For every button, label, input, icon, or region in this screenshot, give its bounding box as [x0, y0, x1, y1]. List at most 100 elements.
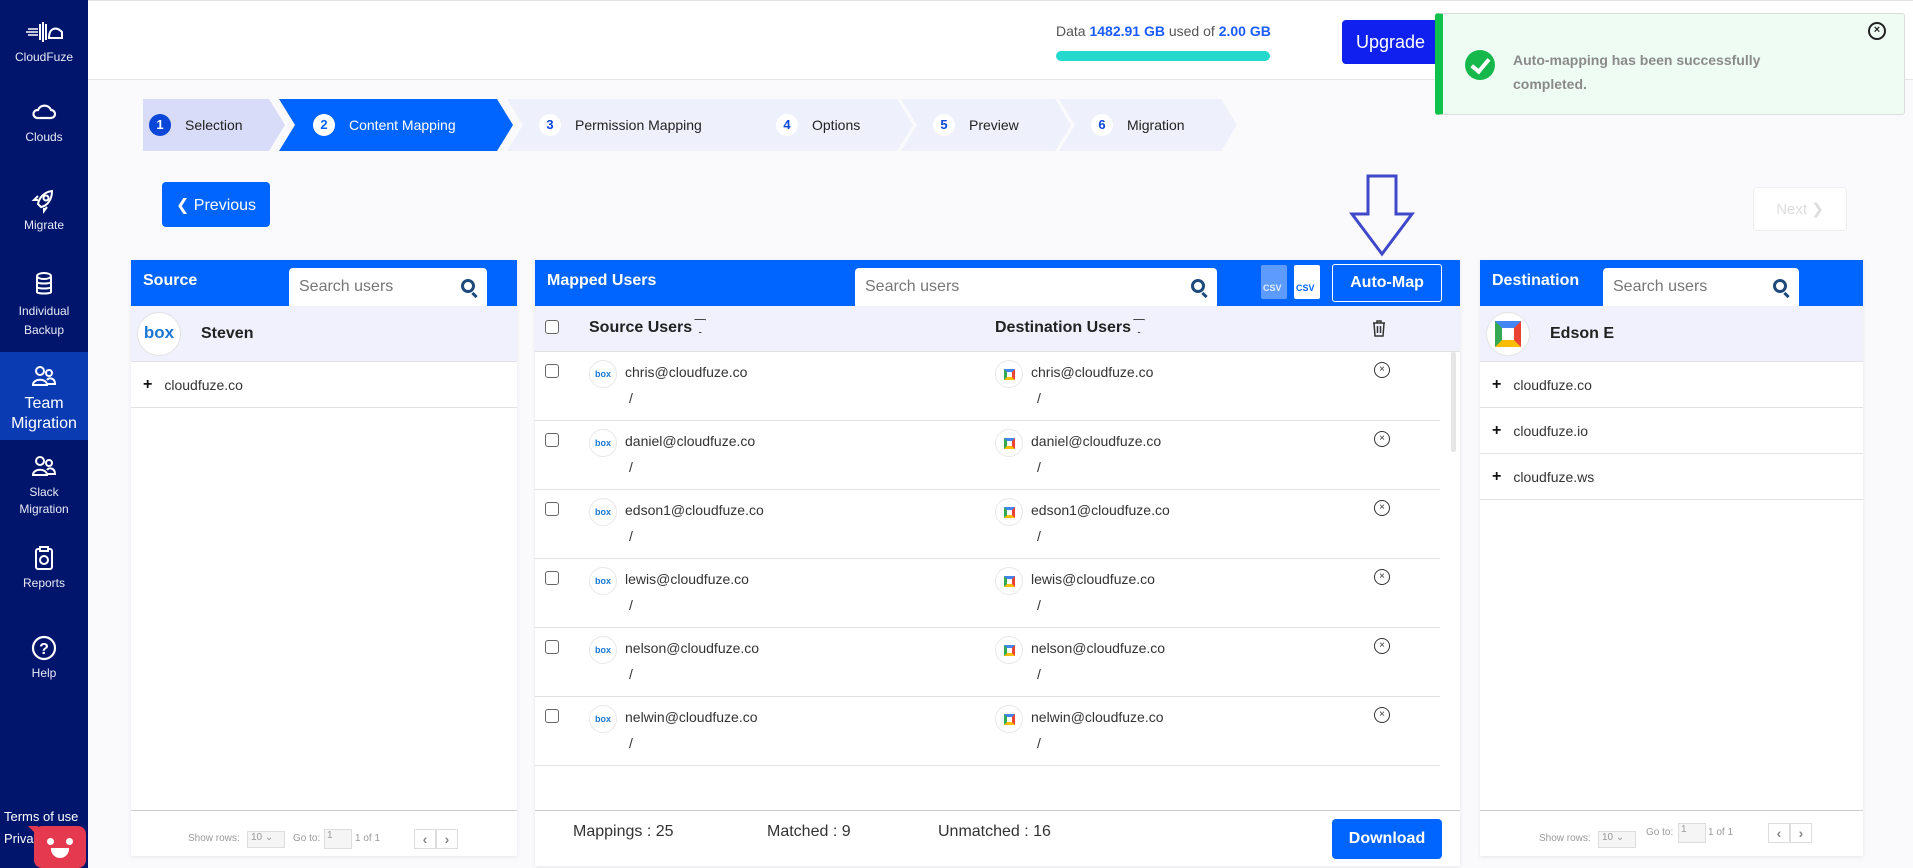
goto-label: Go to:: [293, 833, 321, 844]
brand-logo[interactable]: CloudFuze: [0, 18, 88, 64]
cloud-icon: [32, 104, 57, 120]
rows-per-page-select[interactable]: 10 ⌄: [247, 831, 285, 848]
sidebar-item-slack-migration[interactable]: Slack Migration: [0, 452, 88, 518]
users-icon: [31, 366, 57, 386]
csv-download-icon[interactable]: CSV: [1261, 265, 1287, 299]
previous-button[interactable]: ❮ Previous: [162, 182, 270, 227]
remove-mapping-icon[interactable]: ×: [1374, 431, 1390, 447]
auto-map-button[interactable]: Auto-Map: [1332, 264, 1442, 302]
destination-search-input[interactable]: [1603, 268, 1799, 306]
mapping-row: box nelson@cloudfuze.co / nelson@cloudfuze.…: [535, 628, 1440, 697]
mapping-row: box nelwin@cloudfuze.co / nelwin@cloudfuze.…: [535, 697, 1440, 766]
rows-per-page-select[interactable]: 10 ⌄: [1598, 831, 1636, 848]
mapped-users-panel: Mapped Users CSV CSV Auto-Map Source Use…: [535, 260, 1460, 866]
next-button[interactable]: Next ❯: [1753, 187, 1847, 231]
table-scrollbar[interactable]: [1451, 352, 1456, 452]
destination-owner-name: Edson E: [1550, 325, 1615, 342]
search-icon[interactable]: [1191, 279, 1205, 293]
remove-mapping-icon[interactable]: ×: [1374, 707, 1390, 723]
remove-mapping-icon[interactable]: ×: [1374, 362, 1390, 378]
source-email: nelson@cloudfuze.co: [625, 640, 760, 656]
destination-owner-row[interactable]: Edson E: [1480, 306, 1863, 362]
close-icon[interactable]: ×: [1868, 22, 1886, 40]
destination-domain-row[interactable]: + cloudfuze.io: [1480, 408, 1863, 454]
mapped-rows: box chris@cloudfuze.co / chris@cloudfuze.co…: [535, 352, 1460, 766]
chat-widget-button[interactable]: [28, 826, 86, 868]
sidebar-item-clouds[interactable]: Clouds: [0, 98, 88, 144]
destination-domain-row[interactable]: + cloudfuze.ws: [1480, 454, 1863, 500]
select-all-checkbox[interactable]: [545, 320, 559, 334]
source-path: /: [629, 390, 633, 406]
expand-plus-icon[interactable]: +: [143, 376, 152, 394]
remove-mapping-icon[interactable]: ×: [1374, 638, 1390, 654]
source-owner-row[interactable]: box Steven: [131, 306, 517, 362]
mapping-row: box lewis@cloudfuze.co / lewis@cloudfuze.co…: [535, 559, 1440, 628]
terms-link[interactable]: Terms of use: [4, 806, 83, 828]
step-preview[interactable]: 5 Preview: [901, 99, 1071, 151]
filter-icon[interactable]: [1133, 319, 1146, 333]
sidebar-item-label: Slack Migration: [19, 485, 69, 516]
search-icon[interactable]: [461, 279, 475, 293]
row-checkbox[interactable]: [545, 502, 559, 516]
destination-users-column: Destination Users: [995, 319, 1146, 337]
sidebar-item-migrate[interactable]: Migrate: [0, 186, 88, 232]
mapped-title: Mapped Users: [547, 272, 657, 289]
destination-email: nelwin@cloudfuze.co: [1031, 709, 1164, 725]
row-checkbox[interactable]: [545, 640, 559, 654]
csv-upload-icon[interactable]: CSV: [1294, 265, 1320, 299]
google-workspace-logo-icon: [995, 567, 1023, 595]
next-page-button[interactable]: ›: [436, 829, 458, 849]
help-circle-icon: ?: [31, 635, 57, 661]
row-checkbox[interactable]: [545, 571, 559, 585]
chat-eye-icon: [47, 838, 54, 845]
destination-path: /: [1037, 390, 1041, 406]
sidebar-item-individual-backup[interactable]: Individual Backup: [0, 270, 88, 340]
source-domain-row[interactable]: + cloudfuze.co: [131, 362, 517, 408]
prev-page-button[interactable]: ‹: [414, 829, 436, 849]
source-search-input[interactable]: [289, 268, 487, 306]
download-button[interactable]: Download: [1332, 819, 1442, 859]
box-logo-icon: box: [589, 498, 617, 526]
step-options[interactable]: 4 Options: [743, 99, 913, 151]
sidebar-item-label: Help: [31, 666, 57, 680]
row-checkbox[interactable]: [545, 364, 559, 378]
search-icon[interactable]: [1773, 279, 1787, 293]
filter-icon[interactable]: [694, 319, 707, 333]
step-migration[interactable]: 6 Migration: [1059, 99, 1237, 151]
success-toast: Auto-mapping has been successfully compl…: [1435, 13, 1905, 115]
row-checkbox[interactable]: [545, 433, 559, 447]
goto-page-input[interactable]: 1: [324, 829, 352, 849]
svg-text:?: ?: [39, 641, 49, 658]
step-number: 4: [776, 114, 798, 136]
expand-plus-icon[interactable]: +: [1492, 468, 1501, 486]
step-permission-mapping[interactable]: 3 Permission Mapping: [507, 99, 761, 151]
storage-usage: Data 1482.91 GB used of 2.00 GB: [1056, 23, 1271, 39]
step-number: 3: [539, 114, 561, 136]
brand-name: CloudFuze: [14, 50, 74, 64]
expand-plus-icon[interactable]: +: [1492, 422, 1501, 440]
trash-icon[interactable]: [1371, 318, 1387, 338]
mapped-search-input[interactable]: [855, 268, 1217, 306]
step-number: 6: [1091, 114, 1113, 136]
page-info: 1 of 1: [1708, 827, 1734, 838]
source-title: Source: [143, 272, 198, 289]
destination-title: Destination: [1492, 272, 1580, 289]
sidebar-item-help[interactable]: ? Help: [0, 634, 88, 680]
step-content-mapping[interactable]: 2 Content Mapping: [279, 99, 513, 151]
step-selection[interactable]: 1 Selection: [143, 99, 285, 151]
source-path: /: [629, 459, 633, 475]
next-page-button[interactable]: ›: [1790, 823, 1812, 843]
expand-plus-icon[interactable]: +: [1492, 376, 1501, 394]
source-path: /: [629, 666, 633, 682]
sidebar-item-label: Clouds: [25, 130, 63, 144]
destination-domain-row[interactable]: + cloudfuze.co: [1480, 362, 1863, 408]
remove-mapping-icon[interactable]: ×: [1374, 569, 1390, 585]
sidebar-item-reports[interactable]: Reports: [0, 544, 88, 590]
source-pager: Show rows: 10 ⌄ Go to: 1 1 of 1 ‹ ›: [131, 810, 517, 856]
remove-mapping-icon[interactable]: ×: [1374, 500, 1390, 516]
prev-page-button[interactable]: ‹: [1768, 823, 1790, 843]
goto-page-input[interactable]: 1: [1678, 823, 1706, 843]
sidebar-item-team-migration[interactable]: Team Migration: [0, 352, 88, 440]
row-checkbox[interactable]: [545, 709, 559, 723]
sidebar-item-label: Migrate: [23, 218, 64, 232]
